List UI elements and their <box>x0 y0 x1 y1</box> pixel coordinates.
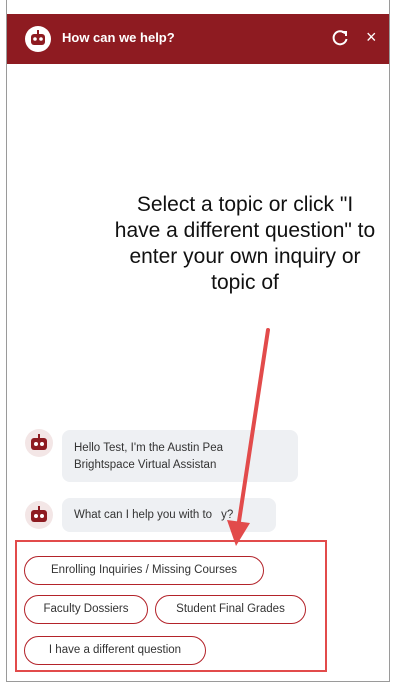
bot-avatar-icon <box>25 501 53 529</box>
annotation-callout: Select a topic or click "I have a differ… <box>114 193 376 294</box>
message-line: Brightspace Virtual Assistan <box>74 459 217 471</box>
close-icon[interactable]: × <box>366 26 377 48</box>
refresh-icon[interactable] <box>329 27 351 49</box>
bot-avatar-icon <box>25 429 53 457</box>
chat-message: What can I help you with to y? <box>62 498 276 532</box>
bot-icon <box>25 26 51 52</box>
chat-message: Hello Test, I'm the Austin Pea Brightspa… <box>62 430 298 482</box>
chat-title: How can we help? <box>62 30 175 45</box>
topic-faculty-dossiers[interactable]: Faculty Dossiers <box>24 595 148 624</box>
topic-enrolling-inquiries[interactable]: Enrolling Inquiries / Missing Courses <box>24 556 264 585</box>
topic-student-final-grades[interactable]: Student Final Grades <box>155 595 306 624</box>
chat-header: How can we help? × <box>7 14 389 64</box>
message-line: What can I help you with to <box>74 509 213 521</box>
message-line: Hello Test, I'm the Austin Pea <box>74 442 224 454</box>
message-line-tail: y? <box>221 509 234 521</box>
topic-different-question[interactable]: I have a different question <box>24 636 206 665</box>
